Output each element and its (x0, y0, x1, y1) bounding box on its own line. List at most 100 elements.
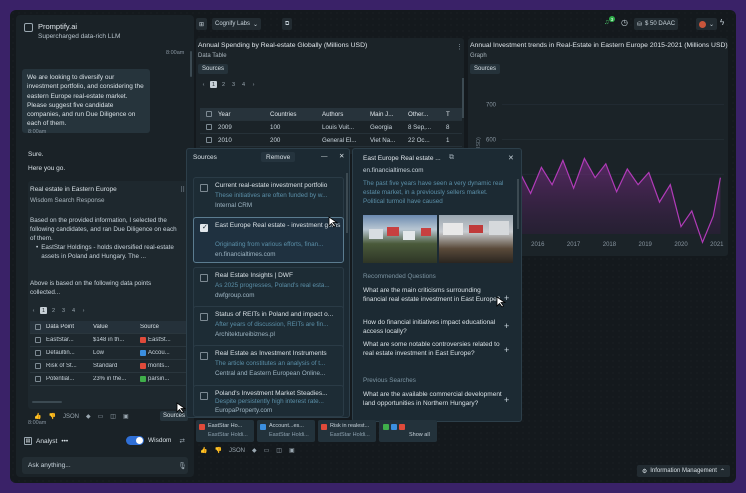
add-icon[interactable]: + (504, 395, 509, 405)
layout-icon[interactable]: ⧉ (282, 18, 293, 30)
json-export-icon[interactable]: JSON (229, 448, 245, 454)
user-menu[interactable]: ⌄ (696, 18, 718, 30)
table-row[interactable]: Risk of St... Standard monts... (30, 360, 188, 373)
column-header[interactable]: Authors (322, 111, 370, 118)
more-icon[interactable]: ••• (61, 438, 68, 445)
remove-button[interactable]: Remove (261, 152, 296, 162)
minimize-icon[interactable]: — (321, 153, 328, 160)
chat-input[interactable]: Ask anything... (22, 457, 188, 474)
scrollbar[interactable] (346, 173, 348, 233)
wisdom-toggle[interactable] (126, 436, 144, 445)
workspace-selector[interactable]: Cognify Labs ⌄ (212, 18, 262, 30)
sources-tag[interactable]: Sources (198, 64, 229, 74)
cell[interactable]: monts... (148, 363, 169, 369)
detail-url[interactable]: en.financialtimes.com (363, 167, 424, 174)
row-checkbox[interactable] (35, 337, 41, 343)
power-icon[interactable]: ϟ (720, 18, 724, 27)
source-checkbox[interactable] (200, 313, 208, 321)
page-button[interactable]: 1 (40, 307, 47, 314)
row-checkbox[interactable] (35, 363, 41, 369)
copy-icon[interactable]: ▭ (264, 447, 270, 454)
close-icon[interactable]: ✕ (508, 154, 514, 162)
source-chip[interactable]: Risk in realest... EastStar Holdi... (318, 420, 376, 442)
add-icon[interactable]: + (504, 345, 509, 355)
table-row[interactable]: Potential... 23% in the... parsin... (30, 373, 188, 386)
thumbs-up-icon[interactable]: 👍 (200, 447, 207, 454)
diamond-icon[interactable]: ◆ (86, 413, 91, 420)
scrollbar[interactable] (462, 78, 464, 118)
show-all-chip[interactable]: Show all (379, 420, 437, 442)
scrollbar[interactable] (517, 179, 519, 229)
table-row[interactable]: 2010 200 General El... Viet Na... 22 Oc.… (200, 134, 462, 147)
recommended-question[interactable]: What are the main criticisms surrounding… (363, 286, 503, 304)
diamond-icon[interactable]: ◆ (252, 447, 257, 454)
prev-page-icon[interactable]: ‹ (30, 307, 37, 314)
source-checkbox[interactable]: ✓ (200, 224, 208, 232)
source-checkbox[interactable] (200, 352, 208, 360)
source-checkbox[interactable] (200, 184, 208, 192)
swap-icon[interactable]: ⇄ (179, 437, 184, 445)
cell[interactable]: EastSt... (148, 337, 171, 343)
share-icon[interactable]: ▣ (289, 447, 295, 454)
next-page-icon[interactable]: › (250, 81, 257, 88)
column-header[interactable]: Value (93, 324, 140, 330)
column-header[interactable]: Countries (270, 111, 322, 118)
thumbs-down-icon[interactable]: 👎 (214, 447, 221, 454)
page-button[interactable]: 1 (210, 81, 217, 88)
row-checkbox[interactable] (35, 376, 41, 382)
select-all-checkbox[interactable] (206, 111, 212, 117)
copy-icon[interactable]: ⧉ (449, 154, 454, 162)
table-row[interactable]: Defaultin... Low Accou... (30, 347, 188, 360)
page-button[interactable]: 2 (50, 307, 57, 314)
cell[interactable]: Accou... (148, 350, 170, 356)
source-item[interactable]: Current real-estate investment portfolio… (193, 177, 344, 221)
row-checkbox[interactable] (35, 350, 41, 356)
source-item[interactable]: ✓ East Europe Real estate - investment g… (193, 217, 344, 263)
source-chip[interactable]: EastStar Ho... EastStar Holdi... (196, 420, 254, 442)
cell[interactable]: parsin... (148, 376, 169, 382)
table-row[interactable]: 2009 100 Louis Vuit... Georgia 8 Sep,...… (200, 121, 462, 134)
speaker-icon[interactable]: ◫ (276, 447, 282, 454)
source-item[interactable]: Status of REITs in Poland and impact o..… (193, 306, 344, 350)
page-button[interactable]: 3 (230, 81, 237, 88)
agent-name[interactable]: Analyst (36, 438, 57, 445)
column-header[interactable]: Year (218, 111, 270, 118)
close-icon[interactable]: ✕ (339, 152, 344, 160)
select-all-checkbox[interactable] (35, 324, 41, 330)
notifications-icon[interactable]: ♫ 3 (604, 16, 615, 28)
page-button[interactable]: 2 (220, 81, 227, 88)
page-button[interactable]: 4 (70, 307, 77, 314)
copy-icon[interactable]: ▭ (98, 413, 104, 420)
row-checkbox[interactable] (206, 137, 212, 143)
source-item[interactable]: Real Estate as Investment Instruments Th… (193, 345, 344, 389)
column-header[interactable]: Other... (408, 111, 446, 118)
table-row[interactable]: EastStar... $148 in th... EastSt... (30, 334, 188, 347)
thumbs-down-icon[interactable]: 👎 (48, 413, 55, 420)
horizontal-scrollbar[interactable] (32, 401, 62, 403)
next-page-icon[interactable]: › (80, 307, 87, 314)
clock-icon[interactable]: ◷ (621, 18, 628, 27)
recommended-question[interactable]: What are some notable controversies rela… (363, 340, 503, 358)
thumbs-up-icon[interactable]: 👍 (34, 413, 41, 420)
scrollbar[interactable] (190, 51, 192, 77)
column-header[interactable]: Source (140, 324, 188, 330)
column-header[interactable]: T (446, 111, 456, 118)
drag-handle-icon[interactable]: ⠿ (180, 186, 185, 194)
share-icon[interactable]: ▣ (123, 413, 129, 420)
recommended-question[interactable]: How do financial initiatives impact educ… (363, 318, 503, 336)
source-checkbox[interactable] (200, 274, 208, 282)
panel-toggle-icon[interactable]: ⊞ (196, 18, 208, 30)
information-management-button[interactable]: ⚙ Information Management ⌃ (636, 465, 730, 477)
more-vertical-icon[interactable]: ⋮ (456, 43, 463, 51)
microphone-icon[interactable]: 🎙 (178, 462, 187, 470)
speaker-icon[interactable]: ◫ (110, 413, 116, 420)
source-checkbox[interactable] (200, 392, 208, 400)
page-button[interactable]: 3 (60, 307, 67, 314)
page-button[interactable]: 4 (240, 81, 247, 88)
prev-page-icon[interactable]: ‹ (200, 81, 207, 88)
previous-search[interactable]: What are the available commercial develo… (363, 390, 503, 408)
column-header[interactable]: Main J... (370, 111, 408, 118)
source-item[interactable]: Real Estate Insights | DWF As 2025 progr… (193, 267, 344, 311)
credits-button[interactable]: ⛁ $ 50 DAAC (634, 18, 679, 30)
json-export-icon[interactable]: JSON (63, 414, 79, 420)
